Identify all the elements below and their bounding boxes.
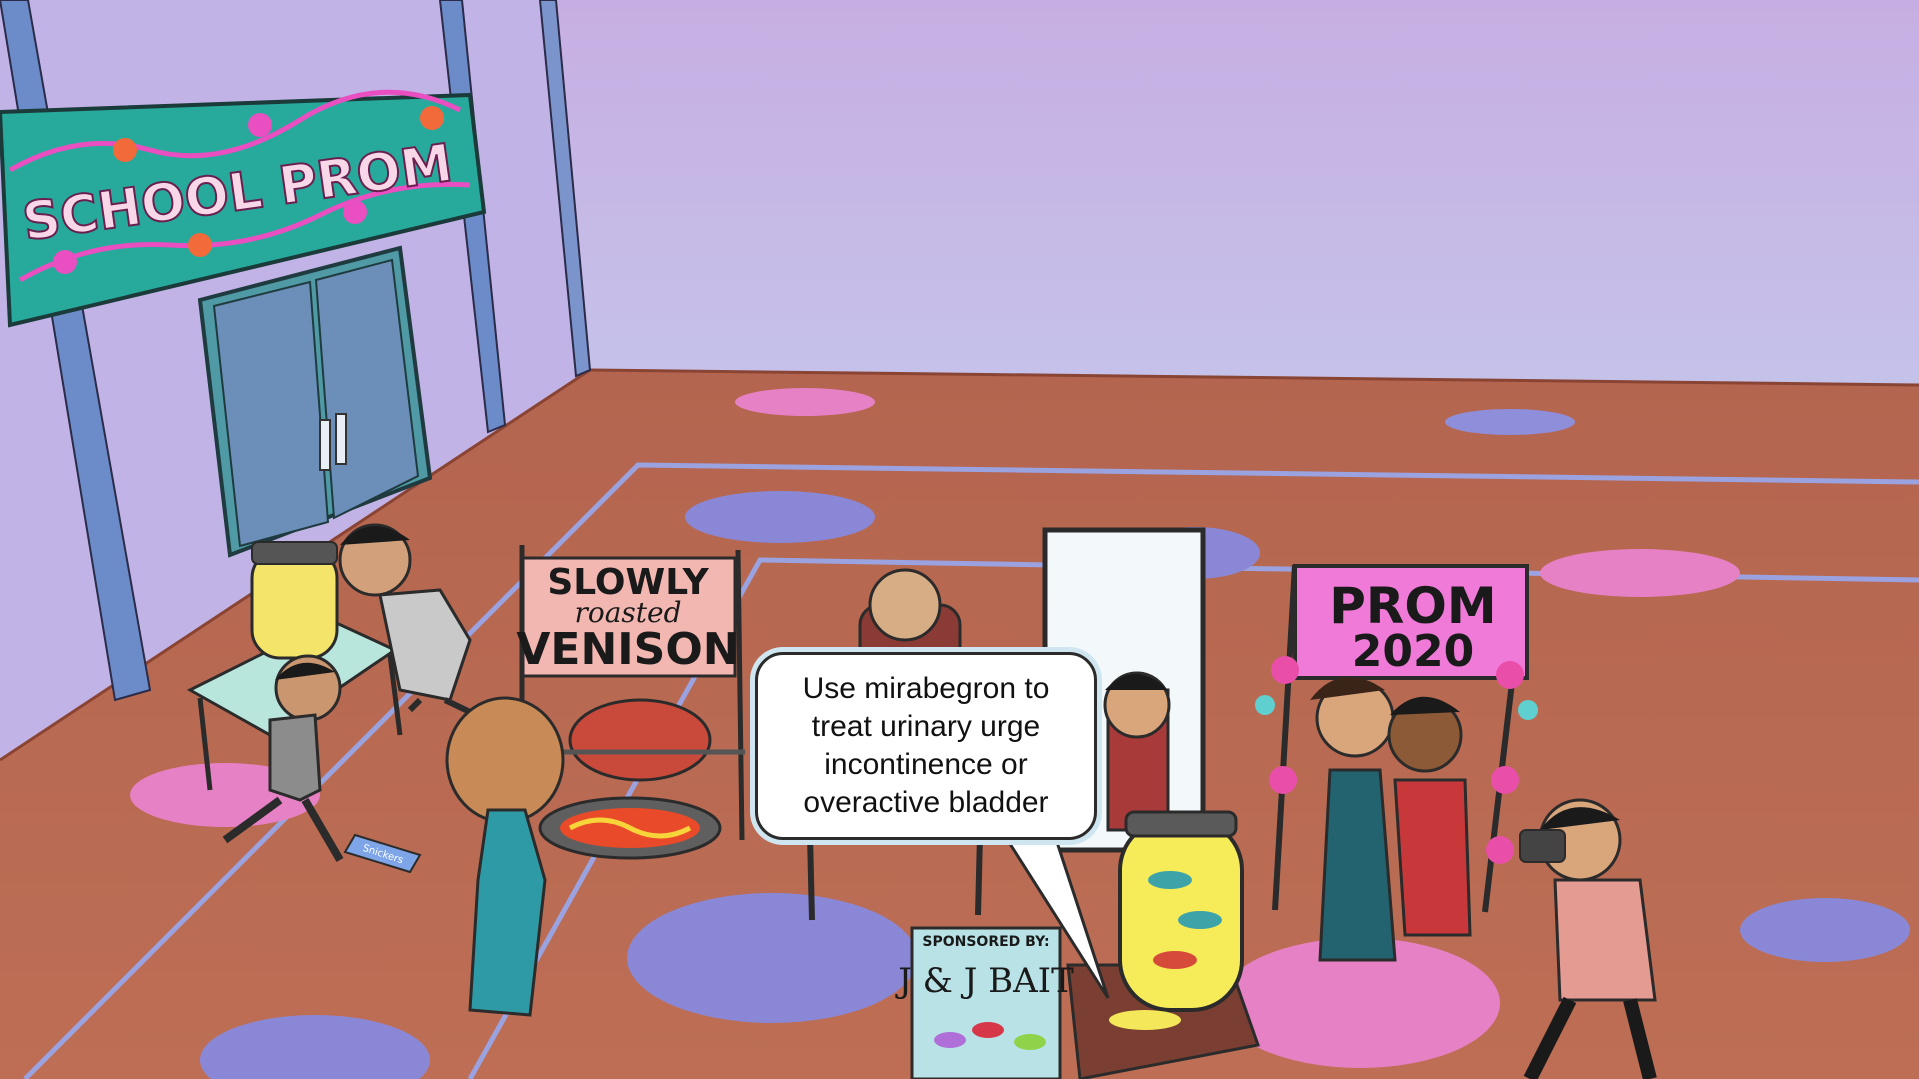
bait-jar (1118, 818, 1244, 1012)
speech-line: overactive bladder (803, 786, 1049, 819)
speech-bubble: Use mirabegron to treat urinary urge inc… (755, 652, 1097, 840)
prom-scene: SCHOOL PROM Snickers SLOWLY roasted VENI… (0, 0, 1919, 1079)
venison-sign-line3: VENISON (516, 624, 739, 675)
prom-illustration: SCHOOL PROM Snickers SLOWLY roasted VENI… (0, 0, 1919, 1079)
camera-icon (1519, 829, 1566, 863)
prom-sign-line2: 2020 (1352, 626, 1474, 677)
speech-line: treat urinary urge (811, 710, 1041, 743)
speech-line: Use mirabegron to (802, 672, 1050, 705)
speech-line: incontinence or (824, 748, 1028, 781)
speech-bubble-text: Use mirabegron to treat urinary urge inc… (803, 670, 1050, 822)
sponsor-sign: SPONSORED BY: J & J BAIT (895, 926, 1074, 1079)
sponsor-sign-name: J & J BAIT (895, 961, 1074, 1001)
back-wall (540, 0, 1919, 385)
sponsor-sign-label: SPONSORED BY: (922, 934, 1049, 950)
punch-jar (250, 548, 339, 660)
